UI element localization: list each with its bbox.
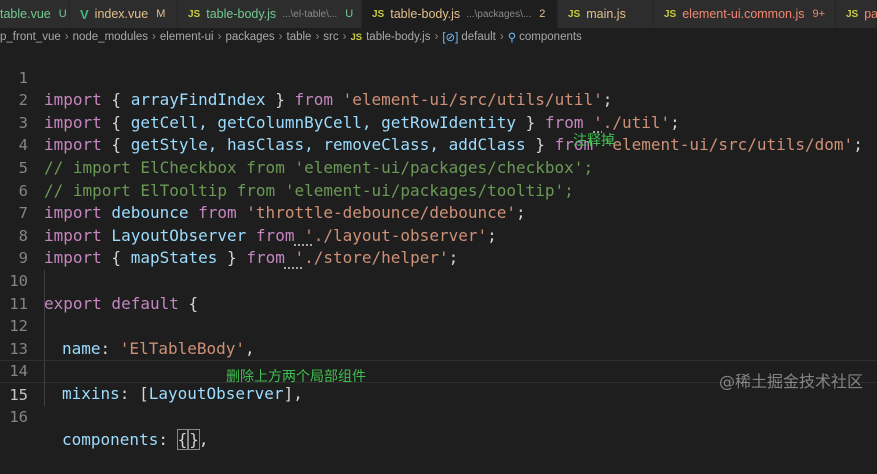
editor-tab-bar: table.vue U V index.vue M JS table-body.… <box>0 0 877 28</box>
tab-label: table.vue <box>0 7 51 21</box>
punct: , <box>198 430 209 450</box>
js-file-icon: JS <box>372 8 385 20</box>
tab-status-badge: 2 <box>539 8 546 20</box>
chevron-right-icon: › <box>217 31 222 43</box>
tab-table-vue[interactable]: table.vue U <box>0 0 70 28</box>
js-file-icon: JS <box>568 8 581 20</box>
code-line[interactable]: 3 import { getStyle, hasClass, removeCla… <box>0 89 877 155</box>
tab-path: ...\el-table\... <box>282 8 338 20</box>
js-file-icon: JS <box>350 31 363 43</box>
tab-path: ...\packages\... <box>466 8 532 20</box>
property: components <box>62 430 159 450</box>
punct: : <box>158 430 178 450</box>
code-line[interactable]: 10 export default { <box>0 247 877 313</box>
code-line[interactable]: 5 // import ElTooltip from 'element-ui/p… <box>0 134 877 200</box>
bracket-close: } <box>188 429 200 451</box>
tab-label: table-body.js <box>390 7 461 21</box>
breadcrumb-item[interactable]: node_modules <box>73 31 148 43</box>
code-line[interactable]: 4 // import ElCheckbox from 'element-ui/… <box>0 112 877 177</box>
tab-status-badge: U <box>58 8 67 20</box>
indent-guide <box>44 315 45 338</box>
tab-status-badge: 9+ <box>812 8 826 20</box>
tab-label: index.vue <box>94 7 149 21</box>
tab-main-js[interactable]: JS main.js <box>558 0 654 28</box>
js-file-icon: JS <box>664 8 677 20</box>
chevron-right-icon: › <box>278 31 283 43</box>
breadcrumb-item[interactable]: p_front_vue <box>0 31 61 43</box>
indent-guide <box>44 383 45 406</box>
code-line[interactable]: 2 import { getCell, getColumnByCell, get… <box>0 67 877 132</box>
line-number: 16 <box>9 407 28 426</box>
vue-file-icon: V <box>80 6 89 22</box>
js-file-icon: JS <box>846 8 859 20</box>
breadcrumb-item[interactable]: default <box>461 31 496 43</box>
breadcrumb-item[interactable]: table-body.js <box>366 31 430 43</box>
module-symbol-icon: [⊘] <box>442 32 459 44</box>
indent-guide <box>44 337 45 361</box>
wrench-icon: ⚲ <box>507 32 517 44</box>
code-line[interactable]: 7 import LayoutObserver from './layout-o… <box>0 180 877 245</box>
indent-guide <box>44 361 45 384</box>
code-editor[interactable]: 1 import { arrayFindIndex } from 'elemen… <box>0 44 877 451</box>
breadcrumb-item[interactable]: src <box>323 31 338 43</box>
breadcrumb-item[interactable]: components <box>519 31 582 43</box>
indent-guide <box>44 292 45 316</box>
code-line[interactable]: 12 <box>0 292 877 335</box>
watermark: @稀土掘金技术社区 <box>718 372 863 391</box>
code-line[interactable]: 9 <box>0 225 877 267</box>
annotation-delete-components: 删除上方两个局部组件 <box>226 369 366 385</box>
annotation-comment-out: 注释掉 <box>573 133 615 149</box>
tab-label: element-ui.common.js <box>682 7 805 21</box>
breadcrumb-item[interactable]: packages <box>225 31 274 43</box>
js-file-icon: JS <box>188 8 201 20</box>
tab-label: pac <box>864 7 877 21</box>
code-line[interactable]: 6 import debounce from 'throttle-debounc… <box>0 157 877 223</box>
code-line[interactable]: 14 <box>0 337 877 380</box>
code-line[interactable]: 8 import { mapStates } from './store/hel… <box>0 202 877 268</box>
breadcrumb-item[interactable]: element-ui <box>160 31 214 43</box>
tab-index-vue[interactable]: V index.vue M <box>70 0 178 28</box>
code-line[interactable]: 11 name: 'ElTableBody', <box>0 270 877 358</box>
chevron-right-icon: › <box>152 31 156 43</box>
tab-table-body-js-el-table[interactable]: JS table-body.js ...\el-table\... U <box>178 0 362 28</box>
tab-label: main.js <box>586 7 626 21</box>
bracket-open: { <box>176 429 189 451</box>
chevron-right-icon: › <box>342 31 347 43</box>
tab-pac[interactable]: JS pac <box>836 0 877 28</box>
chevron-right-icon: › <box>64 31 69 43</box>
tab-element-ui-common-js[interactable]: JS element-ui.common.js 9+ <box>654 0 836 28</box>
chevron-right-icon: › <box>434 31 439 43</box>
chevron-right-icon: › <box>315 31 320 43</box>
breadcrumb-item[interactable]: table <box>287 31 312 43</box>
indent-guide <box>44 270 45 293</box>
tab-table-body-js-packages[interactable]: JS table-body.js ...\packages\... 2 <box>362 0 558 28</box>
tab-status-badge: M <box>156 8 166 20</box>
code-line[interactable]: 1 import { arrayFindIndex } from 'elemen… <box>0 44 877 110</box>
tab-status-badge: U <box>345 8 354 20</box>
chevron-right-icon: › <box>499 31 504 43</box>
code-line[interactable]: 13 mixins: [LayoutObserver], <box>0 315 877 403</box>
tab-label: table-body.js <box>206 7 277 21</box>
